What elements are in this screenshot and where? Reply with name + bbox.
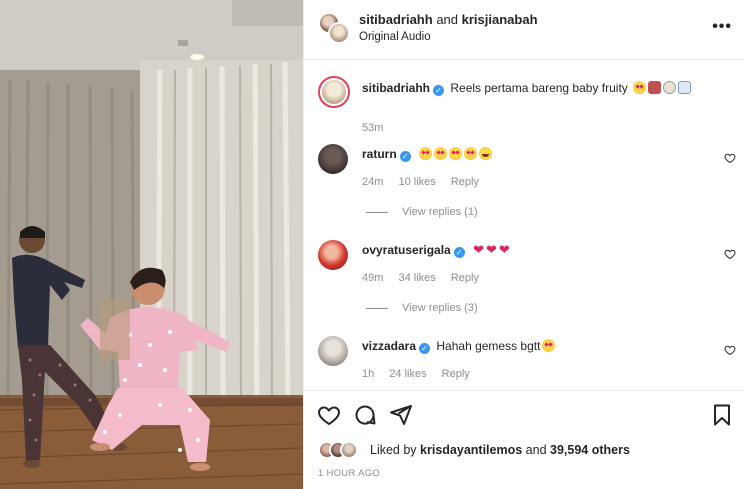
star-struck-emoji-icon	[434, 147, 448, 160]
avatar	[340, 441, 358, 459]
comment-body: Hahah gemess bgtt	[436, 339, 541, 353]
likes-count[interactable]: 24 likes	[389, 368, 426, 380]
star-struck-emoji-icon	[449, 147, 463, 160]
divider	[366, 211, 388, 213]
and-text: and	[525, 443, 547, 457]
username-link[interactable]: krisjianabah	[462, 12, 538, 27]
star-struck-emoji-icon	[419, 147, 433, 160]
comment-text: raturn ✓	[362, 146, 493, 162]
red-heart-emoji-icon: ❤	[485, 242, 497, 257]
username-link[interactable]: sitibadriahh	[362, 81, 430, 95]
reel-video[interactable]	[0, 0, 303, 489]
timestamp: 49m	[362, 272, 384, 284]
avatar[interactable]	[318, 76, 350, 108]
comment-meta: 1h 24 likes Reply	[362, 368, 482, 380]
baby-emoji-icon	[663, 81, 677, 94]
verified-badge-icon: ✓	[453, 247, 465, 258]
red-heart-emoji-icon: ❤	[498, 242, 510, 257]
like-comment-heart-icon[interactable]	[724, 152, 736, 164]
star-struck-emoji-icon	[464, 147, 478, 160]
username-link[interactable]: vizzadara	[362, 339, 416, 353]
like-comment-heart-icon[interactable]	[724, 344, 736, 356]
verified-badge-icon: ✓	[433, 85, 445, 96]
view-replies-label: View replies (1)	[402, 206, 478, 218]
avatar[interactable]	[318, 336, 348, 366]
star-struck-emoji-icon	[633, 81, 647, 94]
bookmark-icon[interactable]	[710, 403, 734, 427]
timestamp: 24m	[362, 176, 384, 188]
star-struck-emoji-icon	[542, 339, 556, 352]
verified-badge-icon: ✓	[399, 151, 411, 162]
reply-button[interactable]: Reply	[451, 176, 479, 188]
view-replies-button[interactable]: View replies (3)	[366, 302, 478, 314]
likes-count[interactable]: 34 likes	[398, 272, 435, 284]
laughing-emoji-icon	[479, 147, 493, 160]
username-link[interactable]: ovyratuserigala	[362, 243, 451, 257]
view-replies-label: View replies (3)	[402, 302, 478, 314]
and-text: and	[436, 12, 459, 27]
liked-by-label: Liked by	[370, 443, 417, 457]
audio-link[interactable]: Original Audio	[359, 31, 431, 43]
more-options-button[interactable]: •••	[712, 18, 732, 36]
verified-badge-icon: ✓	[419, 343, 431, 354]
like-comment-heart-icon[interactable]	[724, 248, 736, 260]
post-header: sitibadriahh and krisjianabah Original A…	[304, 0, 745, 60]
liked-by-text: Liked by krisdayantilemos and 39,594 oth…	[370, 443, 630, 457]
avatar	[328, 22, 350, 44]
share-icon[interactable]	[389, 403, 413, 427]
comment-meta: 49m 34 likes Reply	[362, 272, 491, 284]
person-emoji-icon	[648, 81, 662, 94]
comment-text: ovyratuserigala ✓ ❤ ❤ ❤	[362, 242, 510, 258]
view-replies-button[interactable]: View replies (1)	[366, 206, 478, 218]
timestamp: 1h	[362, 368, 375, 380]
comments-list: sitibadriahh ✓ Reels pertama bareng baby …	[304, 60, 745, 390]
others-likes-link[interactable]: 39,594 others	[550, 443, 630, 457]
caption-meta: 53m	[362, 122, 395, 134]
likes-count[interactable]: 10 likes	[398, 176, 435, 188]
reply-button[interactable]: Reply	[451, 272, 479, 284]
reel-video-frame	[0, 0, 303, 489]
reply-button[interactable]: Reply	[442, 368, 470, 380]
post-timestamp: 1 HOUR AGO	[318, 468, 381, 479]
username-link[interactable]: sitibadriahh	[359, 12, 433, 27]
username-link[interactable]: krisdayantilemos	[420, 443, 522, 457]
action-bar: Liked by krisdayantilemos and 39,594 oth…	[304, 390, 745, 489]
collab-usernames: sitibadriahh and krisjianabah	[359, 12, 538, 28]
unicorn-emoji-icon	[678, 81, 692, 94]
red-heart-emoji-icon: ❤	[473, 242, 484, 257]
avatar[interactable]	[318, 240, 348, 270]
divider	[366, 307, 388, 309]
caption-text: sitibadriahh ✓ Reels pertama bareng baby …	[362, 80, 692, 96]
username-link[interactable]: raturn	[362, 147, 397, 161]
avatar[interactable]	[318, 144, 348, 174]
heart-icon[interactable]	[317, 403, 341, 427]
comment-text: vizzadara ✓ Hahah gemess bgtt	[362, 338, 556, 354]
comment-meta: 24m 10 likes Reply	[362, 176, 491, 188]
collab-avatars[interactable]	[318, 12, 352, 46]
timestamp: 53m	[362, 122, 384, 134]
post-panel: sitibadriahh and krisjianabah Original A…	[303, 0, 745, 489]
comment-icon[interactable]	[353, 403, 377, 427]
caption-body: Reels pertama bareng baby fruity	[450, 81, 628, 95]
